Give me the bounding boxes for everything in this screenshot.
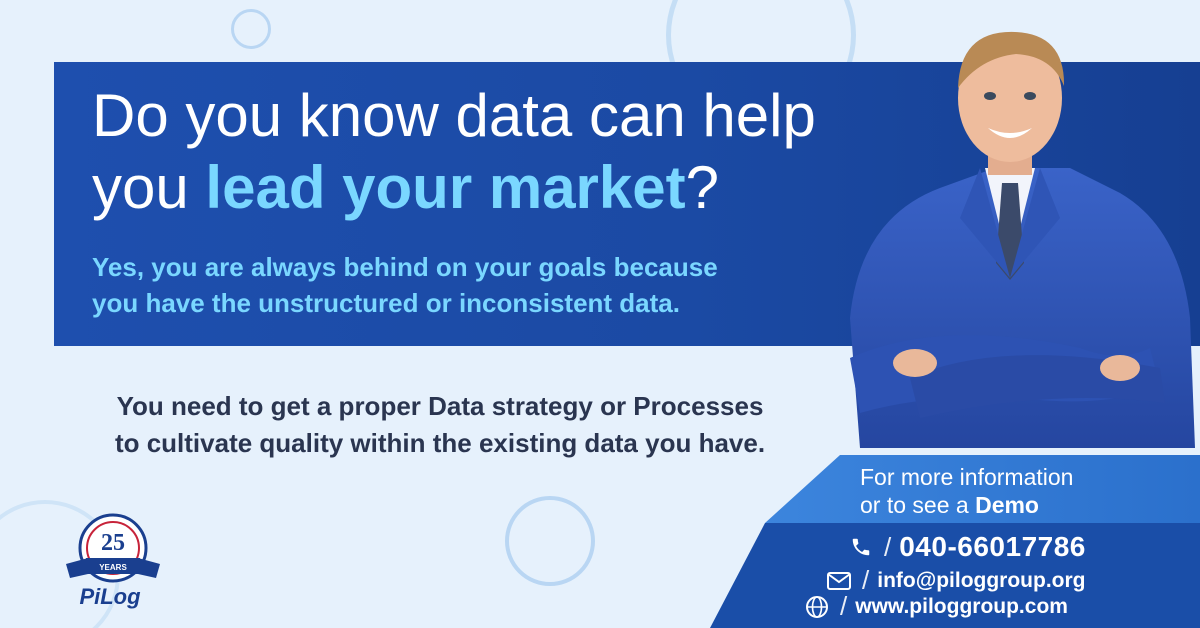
brand-logo-text: PiLog [79, 584, 141, 609]
headline-suffix: ? [685, 154, 720, 221]
subheadline-line-2: you have the unstructured or inconsisten… [92, 288, 680, 318]
phone-number[interactable]: 040-66017786 [899, 531, 1086, 563]
logo-anniversary-number: 25 [101, 530, 125, 556]
decorative-ring-small [231, 9, 271, 49]
subheadline: Yes, you are always behind on your goals… [92, 249, 872, 321]
body-copy-line-1: You need to get a proper Data strategy o… [116, 391, 764, 421]
cta-line-2: or to see a Demo [860, 491, 1190, 519]
contact-phone-row[interactable]: / 040-66017786 [848, 531, 1086, 563]
cta-line-1: For more information [860, 464, 1074, 490]
website-url[interactable]: www.piloggroup.com [855, 595, 1068, 619]
cta-text: For more information or to see a Demo [860, 463, 1190, 519]
headline: Do you know data can help you lead your … [92, 80, 872, 224]
phone-icon [848, 534, 874, 560]
cta-line-2-prefix: or to see a [860, 492, 976, 518]
globe-icon [804, 594, 830, 620]
separator-slash: / [884, 531, 892, 562]
decorative-ring-bottom [505, 496, 595, 586]
email-address[interactable]: info@piloggroup.org [877, 569, 1085, 593]
businessman-photo [850, 31, 1195, 448]
subheadline-line-1: Yes, you are always behind on your goals… [92, 252, 718, 282]
logo-anniversary-word: YEARS [99, 563, 127, 572]
headline-line-2: you lead your market? [92, 152, 872, 224]
body-copy-line-2: to cultivate quality within the existing… [114, 428, 766, 458]
headline-accent: lead your market [205, 154, 686, 221]
headline-prefix: you [92, 154, 206, 221]
contact-website-row[interactable]: / www.piloggroup.com [804, 591, 1068, 622]
envelope-icon [826, 568, 852, 594]
separator-slash: / [840, 591, 848, 621]
headline-line-1: Do you know data can help [92, 82, 816, 149]
body-copy: You need to get a proper Data strategy o… [30, 388, 850, 462]
cta-demo-label: Demo [975, 492, 1039, 518]
